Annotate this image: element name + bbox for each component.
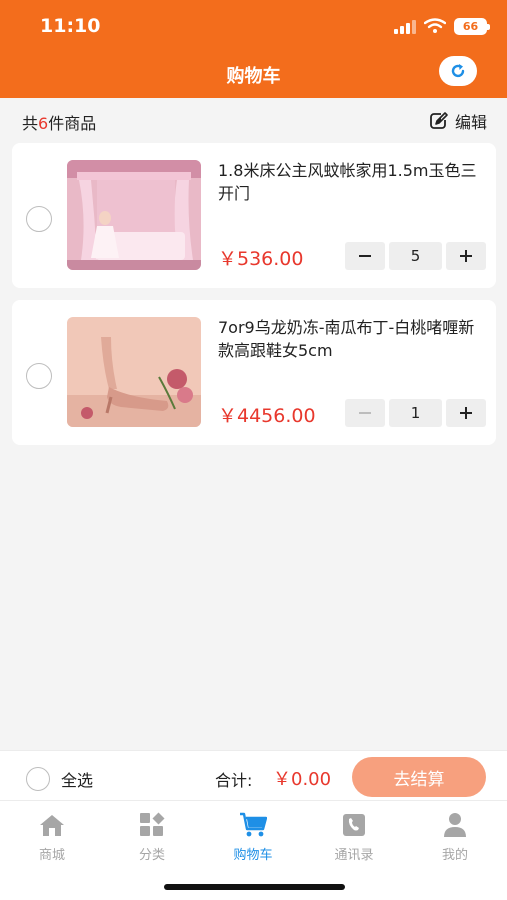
edit-icon — [430, 112, 449, 129]
high-heel-shoe-photo[interactable] — [67, 317, 201, 427]
item-checkbox[interactable] — [26, 206, 52, 232]
tab-label: 购物车 — [233, 848, 273, 863]
item-price: ￥4456.00 — [218, 405, 316, 427]
tab-label: 分类 — [138, 848, 165, 863]
canopy-bed-photo[interactable] — [67, 160, 201, 270]
battery-icon: 66 — [454, 17, 490, 35]
tab-contacts[interactable]: 通讯录 — [314, 811, 394, 863]
summary-suffix: 件商品 — [48, 114, 97, 133]
wifi-icon — [424, 18, 446, 33]
increase-button[interactable] — [446, 399, 486, 427]
increase-button[interactable] — [446, 242, 486, 270]
checkout-button[interactable]: 去结算 — [352, 757, 486, 797]
decrease-button[interactable] — [345, 242, 385, 270]
item-title[interactable]: 7or9乌龙奶冻-南瓜布丁-白桃啫喱新款高跟鞋女5cm — [218, 316, 480, 362]
home-icon — [38, 811, 66, 839]
quantity-stepper: 1 — [345, 399, 486, 427]
cart-item: 7or9乌龙奶冻-南瓜布丁-白桃啫喱新款高跟鞋女5cm ￥4456.00 1 — [12, 300, 496, 445]
status-time: 11:10 — [40, 15, 101, 37]
tab-label: 通讯录 — [334, 848, 374, 863]
item-checkbox[interactable] — [26, 363, 52, 389]
decrease-button[interactable] — [345, 399, 385, 427]
home-indicator[interactable] — [164, 884, 345, 890]
checkout-bar: 全选 合计: ￥0.00 去结算 — [0, 750, 507, 800]
signal-icon — [394, 18, 416, 34]
tab-profile[interactable]: 我的 — [415, 811, 495, 863]
tab-cart[interactable]: 购物车 — [213, 811, 293, 863]
refresh-icon — [451, 64, 465, 78]
summary-bar: 共6件商品 编辑 — [0, 98, 507, 142]
item-count-summary: 共6件商品 — [22, 110, 96, 134]
quantity-value[interactable]: 1 — [389, 399, 442, 427]
user-icon — [441, 811, 469, 839]
item-title[interactable]: 1.8米床公主风蚊帐家用1.5m玉色三开门 — [218, 159, 480, 205]
total-label: 合计: — [215, 771, 253, 790]
contacts-icon — [340, 811, 368, 839]
tab-mall[interactable]: 商城 — [12, 811, 92, 863]
total-value: ￥0.00 — [273, 769, 332, 790]
tab-category[interactable]: 分类 — [112, 811, 192, 863]
edit-button[interactable]: 编辑 — [429, 109, 487, 133]
tab-label: 我的 — [441, 848, 468, 863]
summary-count: 6 — [38, 114, 49, 133]
quantity-stepper: 5 — [345, 242, 486, 270]
item-price: ￥536.00 — [218, 248, 304, 270]
minus-icon — [359, 412, 371, 414]
summary-prefix: 共 — [22, 114, 39, 133]
minus-icon — [359, 255, 371, 257]
header: 11:10 66 购物车 — [0, 0, 507, 98]
edit-label: 编辑 — [454, 113, 487, 132]
tab-label: 商城 — [38, 848, 65, 863]
quantity-value[interactable]: 5 — [389, 242, 442, 270]
select-all-checkbox[interactable] — [26, 767, 50, 791]
page-title: 购物车 — [226, 66, 281, 87]
status-icons: 66 — [394, 15, 490, 37]
plus-icon — [460, 250, 472, 262]
refresh-button[interactable] — [439, 56, 477, 86]
category-icon — [138, 811, 166, 839]
plus-icon — [460, 407, 472, 419]
cart-icon — [239, 811, 267, 839]
select-all-label[interactable]: 全选 — [61, 767, 93, 791]
cart-item: 1.8米床公主风蚊帐家用1.5m玉色三开门 ￥536.00 5 — [12, 143, 496, 288]
